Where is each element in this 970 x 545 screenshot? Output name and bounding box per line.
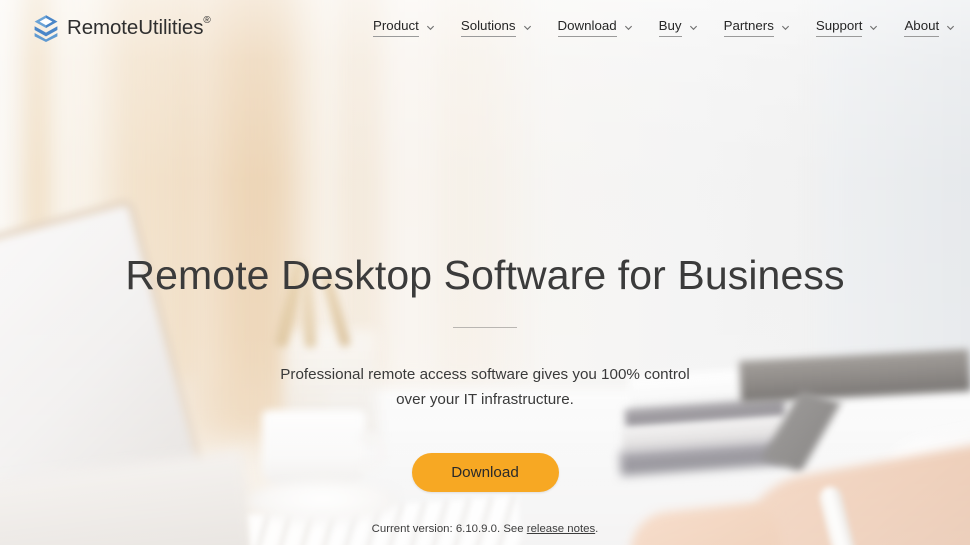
nav-item-buy[interactable]: Buy — [646, 18, 711, 37]
release-notes-link[interactable]: release notes — [527, 523, 595, 535]
nav-item-about[interactable]: About — [891, 18, 968, 37]
hero-subtitle: Professional remote access software give… — [0, 362, 970, 412]
page-root: RemoteUtilities® Product Solutions Downl… — [0, 0, 970, 545]
hero-subtitle-line1: Professional remote access software give… — [280, 366, 690, 383]
nav-label: Support — [815, 18, 863, 37]
nav-item-product[interactable]: Product — [360, 18, 448, 37]
chevron-down-icon — [624, 25, 632, 31]
chevron-down-icon — [870, 25, 878, 31]
stacked-layers-icon — [34, 14, 58, 42]
nav-item-partners[interactable]: Partners — [711, 18, 803, 37]
nav-item-support[interactable]: Support — [803, 18, 892, 37]
brand-logo-link[interactable]: RemoteUtilities® — [33, 14, 211, 42]
nav-item-solutions[interactable]: Solutions — [448, 18, 545, 37]
brand-name-part1: Remote — [67, 16, 139, 40]
brand-name-part2: Utilities — [138, 16, 204, 40]
hero-section: Remote Desktop Software for Business Pro… — [0, 0, 970, 545]
version-text: Current version: 6.10.9.0. See — [371, 523, 527, 535]
chevron-down-icon — [947, 25, 955, 31]
nav-item-download[interactable]: Download — [545, 18, 646, 37]
download-button[interactable]: Download — [411, 453, 559, 492]
chevron-down-icon — [781, 25, 789, 31]
brand-trademark: ® — [203, 15, 211, 27]
nav-label: Download — [557, 18, 617, 37]
hero-subtitle-line2: over your IT infrastructure. — [396, 391, 574, 409]
chevron-down-icon — [426, 25, 434, 31]
chevron-down-icon — [523, 25, 531, 31]
cta-container: Download — [0, 453, 970, 492]
nav-label: Product — [373, 18, 419, 37]
nav-label: Partners — [723, 18, 774, 37]
nav-label: Solutions — [460, 18, 516, 37]
version-suffix: . — [595, 523, 599, 535]
site-header: RemoteUtilities® Product Solutions Downl… — [0, 0, 970, 55]
main-navigation: Product Solutions Download Buy Partners — [360, 0, 970, 55]
title-divider — [453, 327, 517, 328]
nav-label: About — [904, 18, 940, 37]
nav-label: Buy — [658, 18, 682, 37]
page-title: Remote Desktop Software for Business — [125, 252, 845, 298]
brand-name: RemoteUtilities® — [67, 15, 211, 40]
version-info: Current version: 6.10.9.0. See release n… — [0, 522, 970, 538]
chevron-down-icon — [689, 25, 697, 31]
